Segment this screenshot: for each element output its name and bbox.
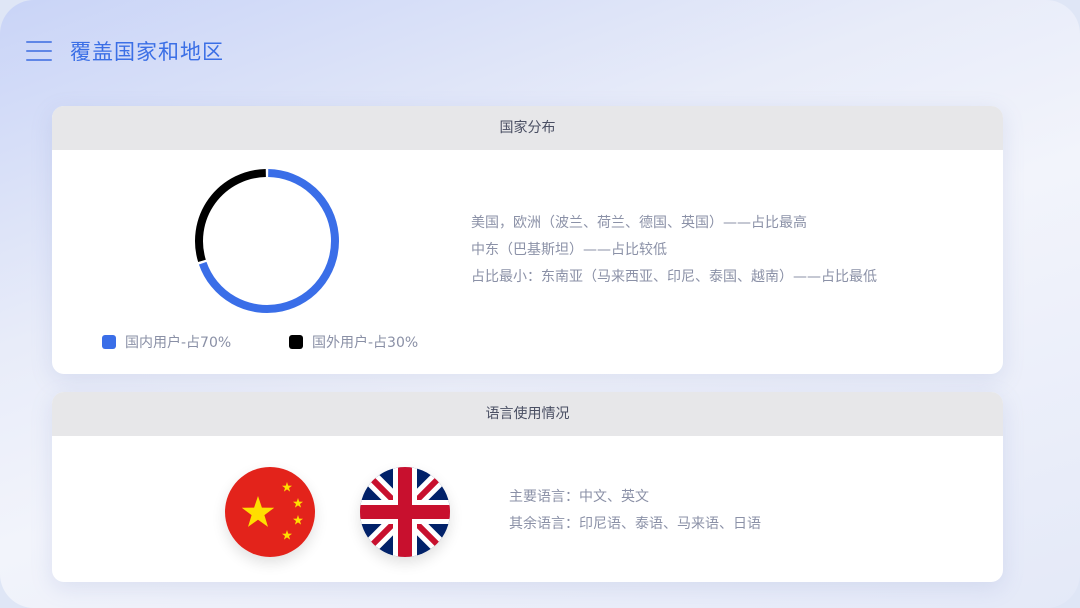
description-line: 其余语言：印尼语、泰语、马来语、日语 <box>509 516 761 532</box>
language-description: 主要语言：中文、英文 其余语言：印尼语、泰语、马来语、日语 <box>509 484 761 538</box>
page-header: 覆盖国家和地区 <box>26 36 224 66</box>
page-title: 覆盖国家和地区 <box>70 40 224 64</box>
legend-swatch-domestic <box>102 335 116 349</box>
app-frame: 覆盖国家和地区 国家分布 国内用户-占70% 国外用户-占30% 美国，欧洲（波… <box>0 0 1080 608</box>
user-distribution-donut-chart <box>195 169 339 313</box>
legend-swatch-foreign <box>289 335 303 349</box>
card-title: 国家分布 <box>52 106 1003 150</box>
legend-item-foreign: 国外用户-占30% <box>289 332 418 352</box>
china-flag-icon <box>225 467 315 557</box>
country-description: 美国，欧洲（波兰、荷兰、德国、英国）——占比最高 中东（巴基斯坦）——占比较低 … <box>471 210 877 291</box>
description-line: 美国，欧洲（波兰、荷兰、德国、英国）——占比最高 <box>471 215 807 231</box>
card-title: 语言使用情况 <box>52 392 1003 436</box>
donut-slice-foreign <box>195 169 266 263</box>
description-line: 主要语言：中文、英文 <box>509 489 649 505</box>
menu-icon[interactable] <box>26 41 52 61</box>
legend-label-domestic: 国内用户-占70% <box>125 335 232 351</box>
description-line: 占比最小：东南亚（马来西亚、印尼、泰国、越南）——占比最低 <box>471 269 877 285</box>
legend-label-foreign: 国外用户-占30% <box>312 335 419 351</box>
uk-flag-icon <box>360 467 450 557</box>
legend-item-domestic: 国内用户-占70% <box>102 332 231 352</box>
description-line: 中东（巴基斯坦）——占比较低 <box>471 242 667 258</box>
